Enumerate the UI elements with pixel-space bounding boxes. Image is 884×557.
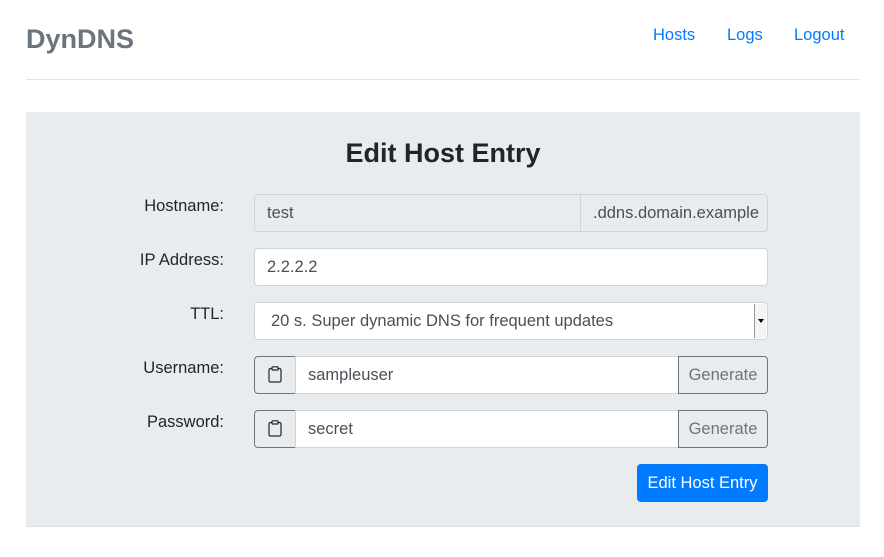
clipboard-icon <box>268 366 282 383</box>
hostname-label: Hostname: <box>144 197 224 215</box>
password-input[interactable]: secret <box>295 410 679 448</box>
ttl-label: TTL: <box>190 305 224 323</box>
edit-host-entry-submit-button[interactable]: Edit Host Entry <box>637 464 768 502</box>
clipboard-icon <box>268 420 282 437</box>
ip-address-label: IP Address: <box>139 251 224 269</box>
hostname-domain-suffix: .ddns.domain.example <box>580 194 768 232</box>
nav-link-logout[interactable]: Logout <box>794 26 844 45</box>
nav-link-hosts[interactable]: Hosts <box>653 26 695 45</box>
form-title: Edit Host Entry <box>345 138 541 168</box>
hostname-input: test <box>254 194 581 232</box>
password-label: Password: <box>146 413 224 431</box>
generate-username-button[interactable]: Generate <box>678 356 768 394</box>
header-divider <box>26 79 860 80</box>
copy-password-button[interactable] <box>254 410 296 448</box>
dropdown-arrow-icon[interactable] <box>754 304 766 338</box>
ttl-selected-value: 20 s. Super dynamic DNS for frequent upd… <box>271 312 614 330</box>
username-input[interactable]: sampleuser <box>295 356 679 394</box>
edit-host-form: Edit Host Entry Hostname: test .ddns.dom… <box>26 112 860 527</box>
copy-username-button[interactable] <box>254 356 296 394</box>
nav-link-logs[interactable]: Logs <box>727 26 763 45</box>
username-label: Username: <box>143 359 224 377</box>
brand-logo[interactable]: DynDNS <box>26 24 134 55</box>
ip-address-input[interactable]: 2.2.2.2 <box>254 248 768 286</box>
generate-password-button[interactable]: Generate <box>678 410 768 448</box>
ttl-select[interactable]: 20 s. Super dynamic DNS for frequent upd… <box>254 302 768 340</box>
